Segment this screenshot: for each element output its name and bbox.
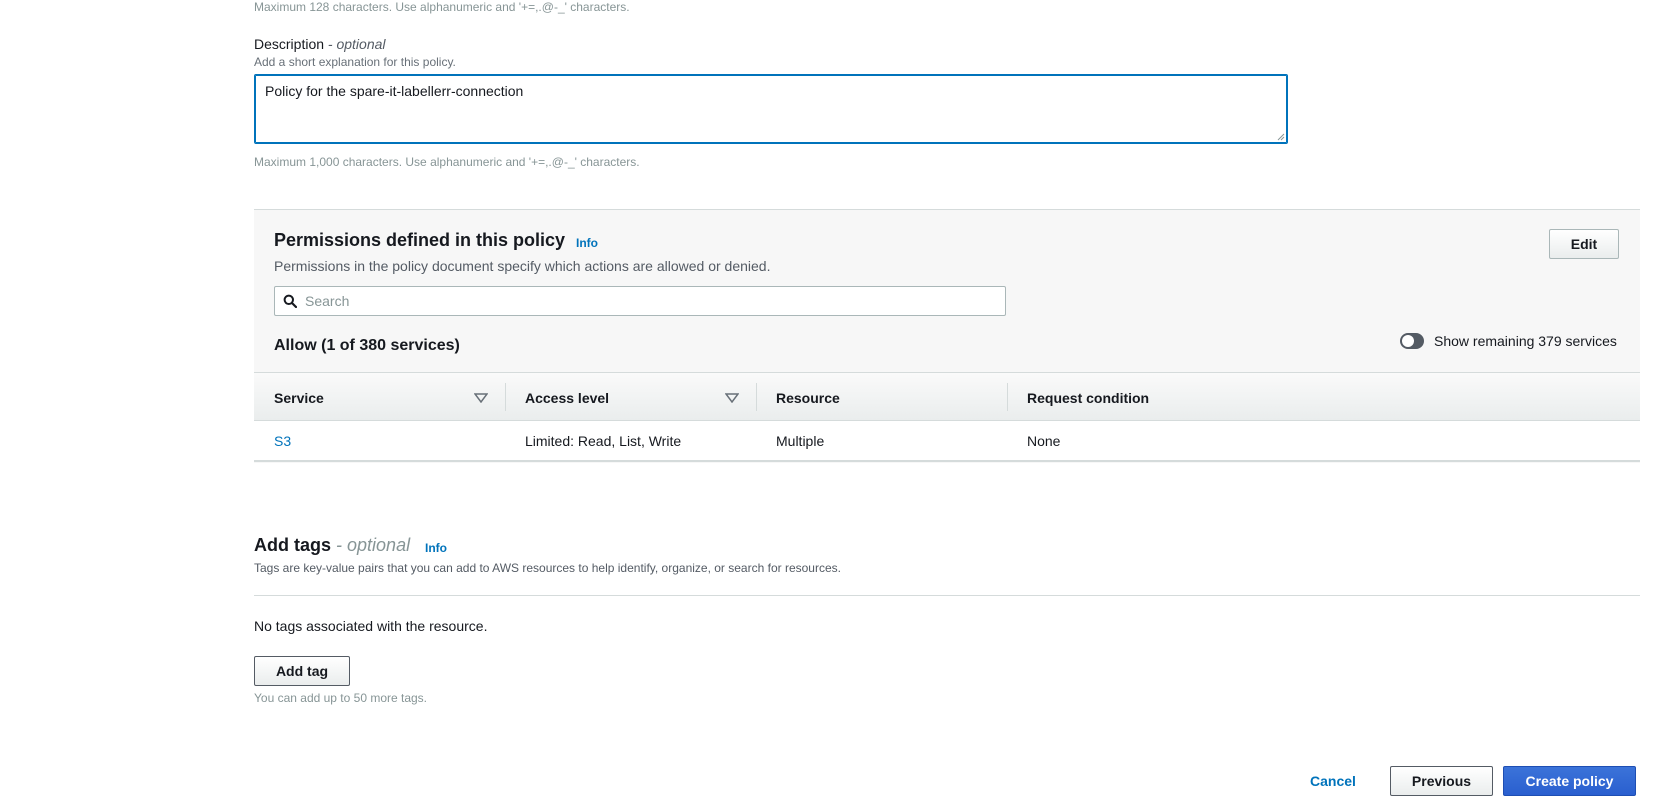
permissions-info-link[interactable]: Info xyxy=(576,236,598,250)
description-value: Policy for the spare-it-labellerr-connec… xyxy=(265,83,524,99)
sort-down-icon[interactable] xyxy=(725,393,739,403)
name-max-hint: Maximum 128 characters. Use alphanumeric… xyxy=(254,0,630,14)
edit-button[interactable]: Edit xyxy=(1549,229,1619,259)
access-level-cell: Limited: Read, List, Write xyxy=(525,433,682,449)
search-placeholder: Search xyxy=(305,293,350,309)
permissions-subtitle: Permissions in the policy document speci… xyxy=(274,258,771,274)
column-separator xyxy=(1007,383,1008,411)
table-row: S3 Limited: Read, List, Write Multiple N… xyxy=(254,421,1640,462)
column-separator xyxy=(505,383,506,411)
description-optional: - optional xyxy=(327,36,386,52)
column-header-service[interactable]: Service xyxy=(274,373,504,422)
column-resource-label: Resource xyxy=(776,389,840,406)
cancel-button[interactable]: Cancel xyxy=(1310,773,1356,789)
tags-info-link[interactable]: Info xyxy=(425,541,447,555)
permissions-table-header: Service Access level Resource Request co… xyxy=(254,372,1640,421)
description-label: Description - optional xyxy=(254,36,386,52)
resize-grip-icon[interactable] xyxy=(1277,133,1285,141)
permissions-title: Permissions defined in this policy xyxy=(274,230,566,250)
column-service-label: Service xyxy=(274,389,324,406)
request-condition-cell: None xyxy=(1027,433,1061,449)
show-remaining-toggle[interactable] xyxy=(1400,333,1424,349)
service-link-s3[interactable]: S3 xyxy=(274,421,291,461)
description-label-text: Description xyxy=(254,36,325,52)
tags-title: Add tags - optional xyxy=(254,535,410,556)
toggle-knob xyxy=(1402,335,1414,347)
allow-services-title: Allow (1 of 380 services) xyxy=(274,337,460,354)
permissions-search-input[interactable]: Search xyxy=(274,286,1006,316)
tags-optional: - optional xyxy=(336,535,411,555)
column-request-condition-label: Request condition xyxy=(1027,389,1150,406)
tags-divider xyxy=(254,595,1640,596)
description-max-hint: Maximum 1,000 characters. Use alphanumer… xyxy=(254,155,640,169)
no-tags-message: No tags associated with the resource. xyxy=(254,618,488,634)
show-remaining-label: Show remaining 379 services xyxy=(1434,333,1617,349)
create-policy-button[interactable]: Create policy xyxy=(1503,766,1636,796)
column-header-access-level[interactable]: Access level xyxy=(525,373,755,422)
column-header-resource: Resource xyxy=(776,373,1006,422)
sort-down-icon[interactable] xyxy=(474,393,488,403)
tags-subtitle: Tags are key-value pairs that you can ad… xyxy=(254,561,841,575)
search-icon xyxy=(275,287,305,315)
column-header-request-condition: Request condition xyxy=(1027,373,1327,422)
description-subtext: Add a short explanation for this policy. xyxy=(254,55,456,69)
tags-title-text: Add tags xyxy=(254,535,332,555)
add-tag-button[interactable]: Add tag xyxy=(254,656,350,686)
tags-limit-hint: You can add up to 50 more tags. xyxy=(254,691,428,705)
resource-cell: Multiple xyxy=(776,433,825,449)
previous-button[interactable]: Previous xyxy=(1390,766,1493,796)
column-access-level-label: Access level xyxy=(525,389,610,406)
column-separator xyxy=(756,383,757,411)
description-textarea[interactable]: Policy for the spare-it-labellerr-connec… xyxy=(254,74,1288,144)
